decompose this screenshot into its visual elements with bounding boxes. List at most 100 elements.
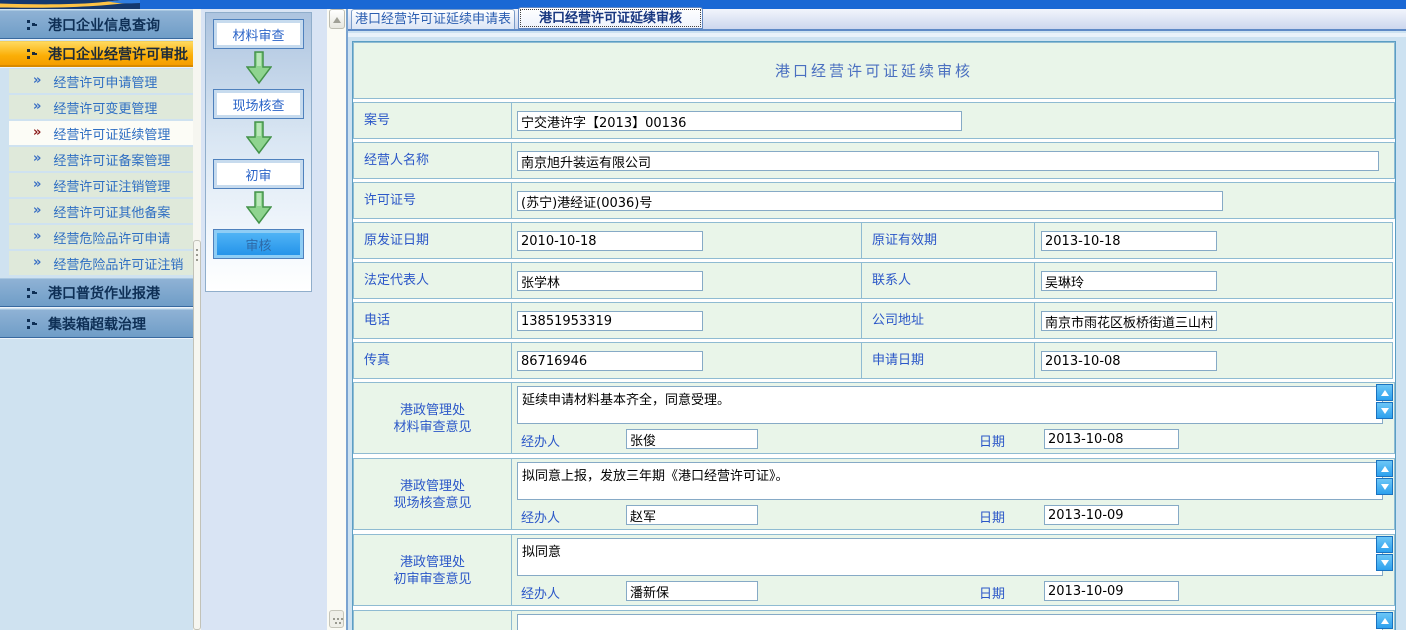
operator-label: 经办人: [521, 507, 560, 526]
preliminary-review-opinion-textarea[interactable]: 拟同意: [517, 538, 1383, 576]
field-label-license-number: 许可证号: [353, 182, 512, 219]
field-label-contact-person: 联系人: [861, 262, 1035, 299]
tab-renewal-application-form[interactable]: 港口经营许可证延续申请表: [351, 9, 515, 29]
workflow-step-final-review[interactable]: 审核: [213, 229, 304, 259]
preliminary-review-date-input[interactable]: [1044, 581, 1179, 601]
company-address-input[interactable]: [1041, 311, 1217, 331]
valid-until-input[interactable]: [1041, 231, 1217, 251]
down-arrow-icon: [1381, 560, 1389, 566]
renewal-review-form: 港口经营许可证延续审核 案号 经营人名称 许可证号 原发证日期: [352, 41, 1396, 630]
up-arrow-icon: [1381, 390, 1389, 396]
scroll-down-button[interactable]: [1376, 478, 1393, 495]
menu-group-icon: [26, 48, 38, 60]
sidebar-scrollbar[interactable]: [193, 9, 201, 630]
sidebar-item-license-renewal[interactable]: » 经营许可证延续管理: [9, 121, 193, 145]
field-label-case-number: 案号: [353, 102, 512, 139]
flow-down-arrow-icon: [246, 51, 272, 85]
workflow-step-site-check[interactable]: 现场核查: [213, 89, 304, 119]
sidebar-item-label: 经营许可证注销管理: [53, 176, 170, 195]
sidebar-group-port-enterprise-info[interactable]: 港口企业信息查询: [0, 10, 193, 39]
submenu-arrow-icon: »: [33, 154, 41, 164]
opinion-kind: 材料审查意见: [354, 419, 511, 436]
sidebar-item-dangerous-goods-cancel[interactable]: » 经营危险品许可证注销: [9, 251, 193, 275]
field-label-phone: 电话: [353, 302, 512, 339]
sidebar-group-license-approval[interactable]: 港口企业经营许可审批: [0, 41, 193, 67]
menu-group-icon: [26, 318, 38, 330]
material-review-opinion-textarea[interactable]: 延续申请材料基本齐全，同意受理。: [517, 386, 1383, 424]
workflow-panel: 材料审查 现场核查 初审 审核: [205, 12, 312, 292]
down-arrow-icon: [1381, 484, 1389, 490]
sidebar-item-license-change[interactable]: » 经营许可变更管理: [9, 95, 193, 119]
workflow-step-preliminary-review[interactable]: 初审: [213, 159, 304, 189]
sidebar-submenu: » 经营许可申请管理 » 经营许可变更管理 » 经营许可证延续管理 » 经营许可…: [0, 69, 193, 275]
submenu-arrow-icon: »: [33, 206, 41, 216]
form-title: 港口经营许可证延续审核: [353, 42, 1395, 99]
scroll-up-button[interactable]: [1376, 612, 1393, 629]
sidebar-group-container-overload[interactable]: 集装箱超载治理: [0, 309, 193, 338]
field-label-fax: 传真: [353, 342, 512, 379]
material-review-date-input[interactable]: [1044, 429, 1179, 449]
textarea-scroll-buttons: [1376, 384, 1393, 420]
scrollbar-grip-icon: [333, 618, 335, 620]
sidebar-nav: 港口企业信息查询 港口企业经营许可审批 » 经营许可申请管理 » 经营许可变更管…: [0, 9, 193, 630]
tab-strip: 港口经营许可证延续申请表 港口经营许可证延续审核: [348, 9, 1406, 31]
scroll-up-icon: [333, 17, 341, 23]
operator-label: 经办人: [521, 431, 560, 450]
date-label: 日期: [979, 583, 1005, 602]
sidebar-item-license-filing[interactable]: » 经营许可证备案管理: [9, 147, 193, 171]
tab-renewal-review[interactable]: 港口经营许可证延续审核: [518, 7, 703, 29]
license-number-input[interactable]: [517, 191, 1223, 211]
scroll-up-button[interactable]: [1376, 460, 1393, 477]
phone-input[interactable]: [517, 311, 703, 331]
submenu-arrow-icon: »: [33, 76, 41, 86]
opinion-dept: 港政管理处: [354, 478, 511, 495]
operator-name-input[interactable]: [517, 151, 1379, 171]
scroll-down-button[interactable]: [1376, 554, 1393, 571]
main-scrollbar[interactable]: [327, 9, 346, 630]
sidebar-group-cargo-report[interactable]: 港口普货作业报港: [0, 278, 193, 307]
scrollbar-grip-icon: [196, 249, 198, 251]
scroll-down-button[interactable]: [1376, 402, 1393, 419]
workflow-step-label: 初审: [245, 165, 271, 184]
issue-date-input[interactable]: [517, 231, 703, 251]
sidebar-item-license-other-filing[interactable]: » 经营许可证其他备案: [9, 199, 193, 223]
submenu-arrow-icon: »: [33, 102, 41, 112]
preliminary-review-operator-input[interactable]: [626, 581, 758, 601]
sidebar-group-label: 集装箱超载治理: [48, 314, 146, 334]
workflow-step-label: 审核: [245, 235, 271, 254]
opinion-label-site-check: 港政管理处 现场核查意见: [353, 458, 512, 530]
legal-representative-input[interactable]: [517, 271, 703, 291]
sidebar-item-label: 经营危险品许可证注销: [53, 254, 183, 273]
scrollbar-bottom-handle[interactable]: [329, 610, 344, 628]
opinion-kind: 现场核查意见: [354, 495, 511, 512]
scroll-up-button[interactable]: [329, 9, 345, 29]
port-dev-opinion-textarea[interactable]: [517, 614, 1383, 630]
site-check-operator-input[interactable]: [626, 505, 758, 525]
field-label-apply-date: 申请日期: [861, 342, 1035, 379]
sidebar-item-label: 经营许可申请管理: [53, 72, 157, 91]
scroll-up-button[interactable]: [1376, 384, 1393, 401]
material-review-operator-input[interactable]: [626, 429, 758, 449]
date-label: 日期: [979, 507, 1005, 526]
sidebar-item-label: 经营危险品许可申请: [53, 228, 170, 247]
case-number-input[interactable]: [517, 111, 962, 131]
workflow-step-label: 材料审查: [232, 25, 284, 44]
scroll-up-button[interactable]: [1376, 536, 1393, 553]
sidebar-item-license-apply[interactable]: » 经营许可申请管理: [9, 69, 193, 93]
workflow-step-material-review[interactable]: 材料审查: [213, 19, 304, 49]
sidebar-item-license-cancel[interactable]: » 经营许可证注销管理: [9, 173, 193, 197]
site-check-opinion-textarea[interactable]: 拟同意上报，发放三年期《港口经营许可证》。: [517, 462, 1383, 500]
submenu-arrow-icon: »: [33, 128, 41, 138]
submenu-arrow-icon: »: [33, 180, 41, 190]
apply-date-input[interactable]: [1041, 351, 1217, 371]
fax-input[interactable]: [517, 351, 703, 371]
contact-person-input[interactable]: [1041, 271, 1217, 291]
sidebar-scrollbar-thumb[interactable]: [193, 240, 201, 630]
sidebar-group-label: 港口企业信息查询: [48, 15, 160, 35]
sidebar-item-dangerous-goods-apply[interactable]: » 经营危险品许可申请: [9, 225, 193, 249]
site-check-date-input[interactable]: [1044, 505, 1179, 525]
opinion-kind: 初审审查意见: [354, 571, 511, 588]
field-label-company-address: 公司地址: [861, 302, 1035, 339]
sidebar-item-label: 经营许可证其他备案: [53, 202, 170, 221]
sidebar-item-label: 经营许可证延续管理: [53, 124, 170, 143]
